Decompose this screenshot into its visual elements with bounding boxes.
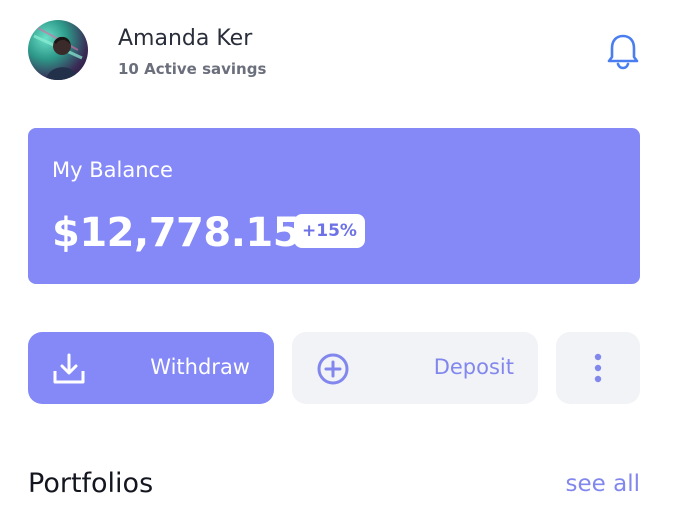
avatar-photo (33, 27, 83, 80)
balance-card: My Balance $12,778.15 +15% (28, 128, 640, 284)
user-name: Amanda Ker (118, 26, 253, 51)
withdraw-button[interactable]: Withdraw (28, 332, 274, 404)
action-buttons: Withdraw Deposit (28, 332, 640, 404)
more-options-button[interactable] (556, 332, 640, 404)
balance-label: My Balance (52, 158, 173, 182)
more-vertical-icon (594, 353, 602, 383)
bell-icon (607, 34, 639, 70)
download-tray-icon (53, 353, 85, 384)
deposit-button[interactable]: Deposit (292, 332, 538, 404)
notification-button[interactable] (606, 32, 640, 70)
active-savings-count: 10 Active savings (118, 60, 267, 78)
deposit-label: Deposit (433, 355, 514, 379)
withdraw-label: Withdraw (150, 355, 250, 379)
avatar[interactable] (28, 20, 88, 80)
balance-change-badge: +15% (294, 214, 365, 248)
plus-circle-icon (317, 353, 349, 385)
profile-header: Amanda Ker 10 Active savings (28, 20, 640, 82)
portfolios-title: Portfolios (28, 468, 154, 499)
see-all-link[interactable]: see all (566, 471, 640, 497)
balance-amount: $12,778.15 (52, 210, 301, 256)
